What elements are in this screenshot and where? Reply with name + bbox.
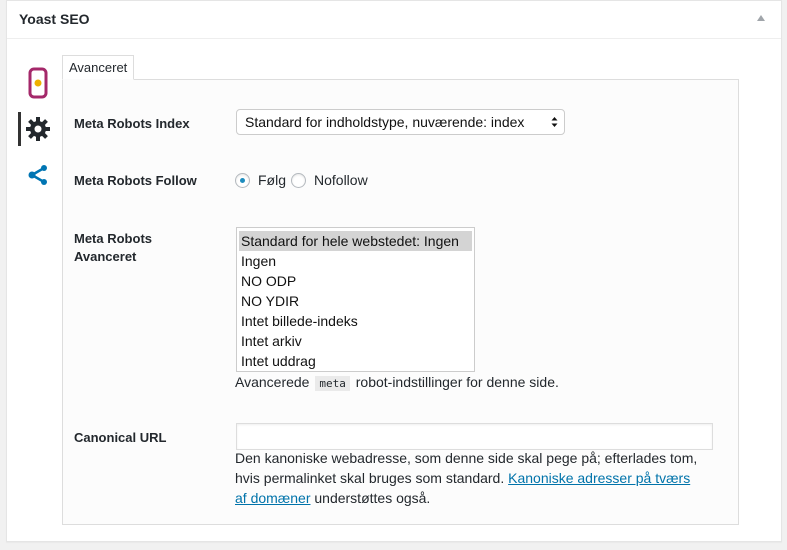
meta-robots-advanced-label-line1: Meta Robots (74, 231, 152, 246)
meta-robots-index-select[interactable]: Standard for indholdstype, nuværende: in… (236, 109, 565, 135)
traffic-light-icon (28, 67, 48, 99)
canonical-help-line2-text: hvis permalinket skal bruges som standar… (235, 470, 505, 486)
nofollow-radio-label[interactable]: Nofollow (314, 172, 368, 188)
metabox-title: Yoast SEO (19, 11, 90, 27)
meta-robots-index-label: Meta Robots Index (74, 116, 190, 131)
listbox-option[interactable]: Intet billede-indeks (237, 311, 474, 331)
cross-domain-canonical-link[interactable]: Kanoniske adresser på tværs (508, 470, 690, 486)
sidetab-advanced-settings[interactable] (18, 112, 58, 146)
canonical-help-after: understøttes også. (314, 490, 431, 506)
sidetab-social[interactable] (18, 160, 58, 190)
canonical-help-line3: af domæner understøttes også. (235, 488, 725, 508)
collapse-toggle-icon[interactable] (757, 15, 765, 21)
meta-robots-advanced-help: Avancerede meta robot-indstillinger for … (235, 372, 559, 394)
canonical-help-line2: hvis permalinket skal bruges som standar… (235, 468, 725, 488)
listbox-option[interactable]: Ingen (237, 251, 474, 271)
metabox-header[interactable]: Yoast SEO (7, 1, 781, 39)
meta-robots-advanced-label-line2: Avanceret (74, 249, 137, 264)
listbox-option[interactable]: Standard for hele webstedet: Ingen (239, 231, 472, 251)
canonical-url-label: Canonical URL (74, 430, 167, 445)
meta-robots-follow-radio-group: Følg Nofollow (235, 172, 373, 188)
follow-radio-label[interactable]: Følg (258, 172, 286, 188)
canonical-url-help: Den kanoniske webadresse, som denne side… (235, 448, 725, 508)
meta-robots-follow-label: Meta Robots Follow (74, 173, 197, 188)
canonical-help-line1: Den kanoniske webadresse, som denne side… (235, 450, 698, 466)
tab-advanced[interactable]: Avanceret (62, 55, 135, 80)
listbox-option[interactable]: NO ODP (237, 271, 474, 291)
select-arrows-icon (551, 117, 558, 127)
follow-radio[interactable] (235, 172, 250, 188)
listbox-option[interactable]: Intet uddrag (237, 351, 474, 371)
help-code: meta (315, 376, 350, 391)
cross-domain-canonical-link-continued[interactable]: af domæner (235, 490, 310, 506)
meta-robots-advanced-listbox[interactable]: Standard for hele webstedet: Ingen Ingen… (236, 227, 475, 372)
share-icon (28, 165, 47, 185)
sidetab-content-analysis[interactable] (18, 66, 58, 100)
canonical-url-input[interactable] (236, 423, 713, 450)
meta-robots-index-selected-value: Standard for indholdstype, nuværende: in… (245, 114, 525, 130)
help-text-after: robot-indstillinger for denne side. (355, 374, 559, 390)
listbox-option[interactable]: Intet arkiv (237, 331, 474, 351)
help-text-before: Avancerede (235, 374, 310, 390)
gear-icon (26, 117, 50, 141)
nofollow-radio[interactable] (291, 172, 306, 188)
listbox-option[interactable]: NO YDIR (237, 291, 474, 311)
